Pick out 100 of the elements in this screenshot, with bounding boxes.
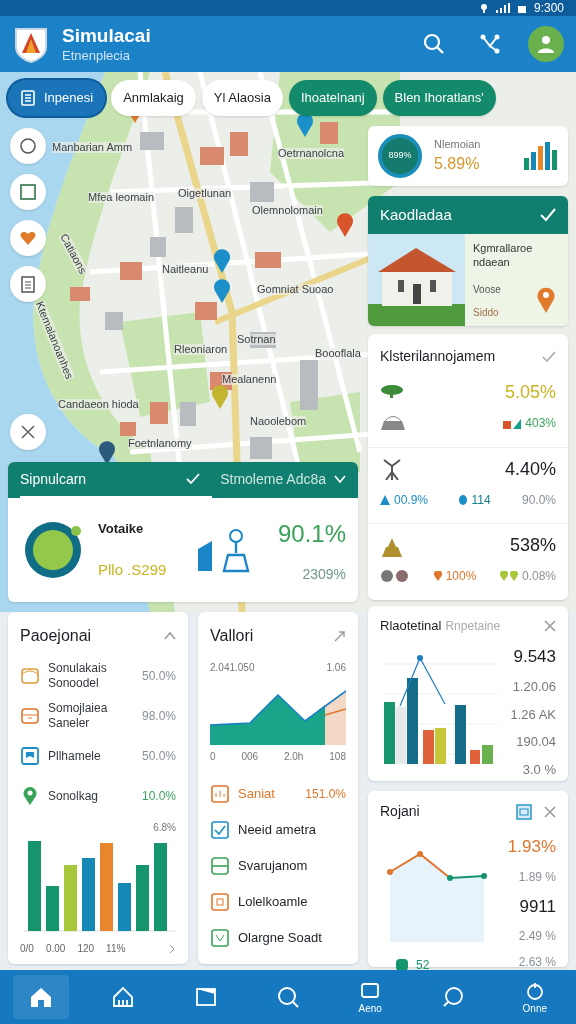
status-time: 9:300 xyxy=(533,2,564,14)
profile-button[interactable] xyxy=(528,26,564,62)
trend-item[interactable]: Saniat 151.0% xyxy=(210,784,346,804)
close-button[interactable] xyxy=(544,805,556,818)
building xyxy=(70,287,90,301)
nav-item[interactable]: Onne xyxy=(506,975,563,1019)
stat-detail: 114 xyxy=(471,491,491,509)
item-value: 50.0% xyxy=(141,668,176,685)
stat-value: 5.05% xyxy=(504,381,556,404)
chart-bar xyxy=(46,886,59,931)
axis-label: 2.041.050 xyxy=(210,661,255,675)
stat-detail: 100% xyxy=(445,568,477,586)
close-icon xyxy=(19,423,37,441)
map-label: Oetrnanolcna xyxy=(278,148,345,159)
pin-icon xyxy=(536,286,556,314)
map-label: Manbarian Amm xyxy=(52,142,133,153)
chevron-down-icon xyxy=(334,475,346,483)
place-name: Kgmrallaroe ndaean xyxy=(473,242,534,270)
list-icon xyxy=(20,90,36,106)
building xyxy=(320,122,338,144)
check-icon xyxy=(540,208,556,222)
map-label: Oigetlunan xyxy=(178,188,232,199)
chart-bar xyxy=(455,704,466,764)
check-icon xyxy=(186,473,201,485)
building xyxy=(255,252,281,268)
building xyxy=(140,132,164,150)
chat-icon xyxy=(18,136,38,156)
map-label: Mfea leomain xyxy=(88,192,155,203)
chart-point xyxy=(387,869,393,875)
summary-label: Nlemoian xyxy=(434,136,481,152)
building xyxy=(150,402,168,424)
caret-up-icon xyxy=(164,630,176,642)
dot-icon xyxy=(459,494,468,505)
close-icon xyxy=(544,805,556,818)
item-value: 151.0% xyxy=(305,786,346,803)
chart-icon xyxy=(503,417,522,429)
building xyxy=(230,132,248,156)
trend-item[interactable]: Lolelkoamle xyxy=(210,892,346,912)
filter-chip[interactable]: Ihoatelnanj xyxy=(288,80,377,116)
item-label: Svarujanom xyxy=(238,857,308,876)
map-pin xyxy=(297,113,313,137)
building xyxy=(180,402,196,426)
app-subtitle: Etnenplecia xyxy=(62,47,131,64)
place-detail: Siddo xyxy=(473,305,500,320)
item-label: Olargne Soadt xyxy=(238,929,322,948)
item-label: Lolelkoamle xyxy=(238,893,308,912)
building xyxy=(150,237,166,257)
stat-value: 538% xyxy=(509,534,556,558)
map-label: Sotrnan xyxy=(237,334,276,345)
filter-chip[interactable]: Inpenesi xyxy=(8,80,106,116)
map-pin xyxy=(337,213,353,237)
nav-item[interactable] xyxy=(13,975,70,1019)
overview-subvalue: Pllo .S299 xyxy=(98,559,167,580)
chart-bar xyxy=(482,744,493,764)
overview-tab[interactable]: Sipnulcarn xyxy=(20,462,213,498)
axis-label: 006 xyxy=(241,750,259,764)
chart-bar xyxy=(118,883,131,931)
card-subtitle: Rnpetaine xyxy=(445,617,501,635)
place-detail: Voose xyxy=(473,282,502,297)
axis-label: 11% xyxy=(106,942,126,956)
nav-item[interactable]: Aeno xyxy=(342,975,399,1019)
item-label: Somojlaiea Saneler xyxy=(48,701,109,731)
checkbox-icon xyxy=(210,820,230,840)
trend-item[interactable]: Neeid ametra xyxy=(210,820,346,840)
map-pin xyxy=(214,279,230,303)
card-title: Klsterilannojamem xyxy=(380,347,496,366)
chart-bar xyxy=(423,729,434,764)
checkbox-icon xyxy=(20,746,40,766)
check-icon xyxy=(210,928,230,948)
axis-label: 108 xyxy=(329,750,346,764)
chart-bar xyxy=(64,865,77,931)
map-label: Olemnolomain xyxy=(252,205,323,216)
close-button[interactable] xyxy=(544,619,556,632)
map-pin xyxy=(214,249,230,273)
pin-icon xyxy=(499,571,518,582)
mini-bar-chart-icon xyxy=(524,142,558,170)
trend-item[interactable]: Olargne Soadt xyxy=(210,928,346,948)
summary-value: 5.89% xyxy=(434,154,481,175)
building xyxy=(105,312,123,330)
clipboard-icon xyxy=(18,274,38,294)
building xyxy=(120,262,142,280)
overview-tab[interactable]: Stmoleme Adc8a xyxy=(220,462,346,498)
filter-chip[interactable]: Yl Alaosia xyxy=(201,80,283,116)
signal-icon xyxy=(495,3,510,13)
building xyxy=(120,422,136,436)
item-label: Pllhamele xyxy=(48,748,102,764)
axis-label: 120 xyxy=(77,942,95,956)
axis-label: 0 xyxy=(210,750,216,764)
overview-value: 90.1% xyxy=(277,518,346,549)
chart-value: 2.63 % xyxy=(518,954,556,970)
axis-label: 0/0 xyxy=(20,942,34,956)
trend-item[interactable]: Svarujanom xyxy=(210,856,346,876)
filter-chip[interactable]: Blen Ihoratlans' xyxy=(382,80,496,116)
building-icon xyxy=(111,985,136,1009)
search-icon xyxy=(276,985,300,1009)
chart-value: 1.93% xyxy=(507,836,556,858)
stat-detail: 00.9% xyxy=(394,491,429,509)
chart-value: 2.49 % xyxy=(518,928,556,945)
filter-chip[interactable]: Anmlakaig xyxy=(111,80,196,116)
box-icon xyxy=(20,666,40,686)
